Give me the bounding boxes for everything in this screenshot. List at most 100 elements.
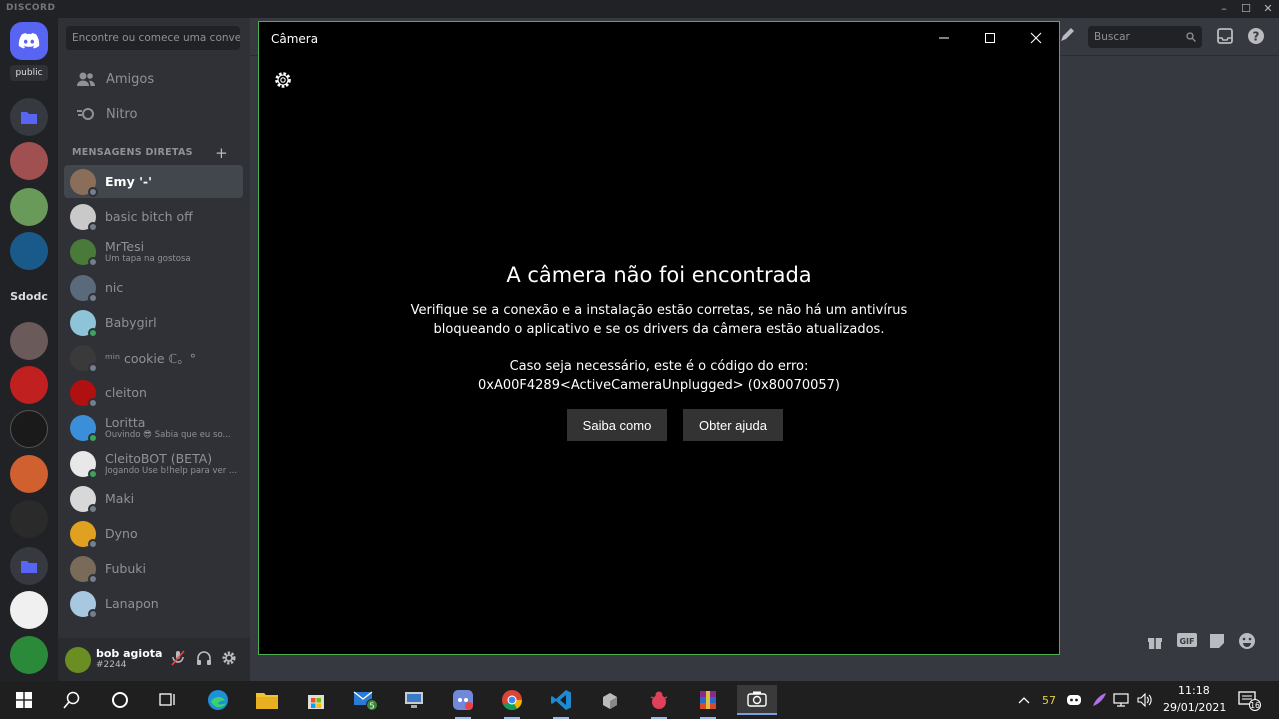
microsoft-store-icon[interactable]	[296, 685, 336, 715]
discord-minimize-button[interactable]: –	[1213, 0, 1235, 18]
chrome-icon[interactable]	[492, 685, 532, 719]
camera-error-code-intro: Caso seja necessário, este é o código do…	[509, 359, 809, 374]
camera-settings-gear-icon[interactable]	[273, 70, 293, 90]
notification-center-icon[interactable]: 16	[1232, 685, 1266, 715]
camera-window: Câmera A câmera não foi encontrada Verif…	[258, 21, 1060, 655]
tray-temperature[interactable]: 57	[1042, 694, 1056, 707]
camera-close-button[interactable]	[1013, 22, 1059, 54]
dm-name: Babygirl	[105, 315, 157, 330]
edge-browser-icon[interactable]	[198, 685, 238, 715]
inbox-icon[interactable]	[1216, 27, 1236, 47]
discord-close-button[interactable]: ✕	[1257, 0, 1279, 18]
nav-friends-label: Amigos	[106, 71, 155, 87]
camera-error-code: Caso seja necessário, este é o código do…	[259, 358, 1059, 395]
volume-icon[interactable]	[1134, 685, 1156, 715]
winrar-icon[interactable]	[688, 685, 728, 719]
server-folder[interactable]	[10, 547, 48, 585]
dm-item[interactable]: Loritta Ouvindo 😎 Sabia que eu so...	[64, 411, 243, 444]
discord-home-button[interactable]	[10, 22, 48, 60]
user-settings-gear-icon[interactable]	[221, 650, 239, 668]
dm-item[interactable]: Fubuki	[64, 552, 243, 585]
cortana-icon[interactable]	[100, 685, 140, 715]
task-view-icon[interactable]	[148, 685, 188, 715]
dm-item[interactable]: cleiton	[64, 376, 243, 409]
dm-item[interactable]: basic bitch off	[64, 200, 243, 233]
headphones-icon[interactable]	[196, 650, 214, 668]
emoji-icon[interactable]	[1238, 632, 1260, 654]
server-icon[interactable]	[10, 591, 48, 629]
dm-item[interactable]: Emy '-'	[64, 165, 243, 198]
server-text-icon[interactable]: Sdodc	[4, 290, 54, 303]
remote-desktop-icon[interactable]	[394, 685, 434, 715]
dm-name: Emy '-'	[105, 174, 152, 189]
user-avatar[interactable]	[65, 647, 91, 673]
header-search-placeholder: Buscar	[1094, 31, 1130, 43]
header-search-input[interactable]: Buscar	[1088, 26, 1202, 48]
status-indicator	[88, 432, 98, 443]
bug-app-icon[interactable]	[639, 685, 679, 719]
3d-builder-icon[interactable]	[590, 685, 630, 715]
server-icon[interactable]	[10, 142, 48, 180]
tray-feather-icon[interactable]	[1088, 685, 1110, 715]
status-indicator	[88, 186, 98, 197]
help-icon[interactable]: ?	[1247, 27, 1267, 47]
taskbar-search-icon[interactable]	[52, 685, 92, 715]
create-dm-plus-icon[interactable]: +	[215, 144, 228, 162]
dm-text: ᵐⁱⁿ cookie ℂ。°	[105, 348, 196, 367]
clock-time[interactable]: 11:18	[1178, 684, 1210, 697]
dm-avatar	[70, 520, 98, 549]
svg-text:GIF: GIF	[1179, 637, 1194, 646]
find-conversation-input[interactable]: Encontre ou comece uma conversa	[66, 26, 240, 50]
dm-text: cleiton	[105, 385, 147, 400]
camera-maximize-button[interactable]	[967, 22, 1013, 54]
camera-error-code-value: 0xA00F4289<ActiveCameraUnplugged> (0x800…	[478, 377, 840, 393]
start-button[interactable]	[4, 685, 44, 715]
dm-item[interactable]: CleitoBOT (BETA) Jogando Use b!help para …	[64, 447, 243, 480]
status-indicator	[88, 327, 98, 338]
dm-item[interactable]: ᵐⁱⁿ cookie ℂ。°	[64, 341, 243, 374]
maximize-icon	[985, 33, 995, 43]
server-icon[interactable]	[10, 410, 48, 448]
sticker-icon[interactable]	[1208, 632, 1230, 654]
server-icon[interactable]	[10, 366, 48, 404]
dm-item[interactable]: nic	[64, 271, 243, 304]
mute-microphone-icon[interactable]	[170, 650, 188, 668]
dm-item[interactable]: Dyno	[64, 517, 243, 550]
server-icon[interactable]	[10, 455, 48, 493]
server-icon[interactable]	[10, 322, 48, 360]
vscode-icon[interactable]	[541, 685, 581, 719]
dm-item[interactable]: Maki	[64, 482, 243, 515]
camera-taskbar-icon[interactable]	[737, 685, 777, 715]
gift-icon[interactable]	[1146, 632, 1168, 654]
get-help-button[interactable]: Obter ajuda	[683, 409, 783, 441]
discord-taskbar-icon[interactable]	[443, 685, 483, 719]
mail-icon[interactable]: 5	[345, 685, 385, 715]
dm-name: Loritta	[105, 415, 146, 430]
dm-item[interactable]: Babygirl	[64, 306, 243, 339]
new-group-dm-icon[interactable]	[1058, 27, 1078, 47]
server-icon[interactable]	[10, 188, 48, 226]
status-indicator	[88, 573, 98, 584]
user-name: bob agiota	[96, 647, 163, 660]
clock-date[interactable]: 29/01/2021	[1163, 701, 1226, 714]
tray-expand-chevron-icon[interactable]	[1012, 685, 1036, 715]
dm-avatar	[70, 274, 98, 303]
nav-friends[interactable]: Amigos	[66, 63, 242, 95]
dm-item[interactable]: MrTesi Um tapa na gostosa	[64, 235, 243, 268]
camera-minimize-button[interactable]	[921, 22, 967, 54]
server-icon[interactable]	[10, 500, 48, 538]
gif-icon[interactable]: GIF	[1177, 632, 1199, 654]
discord-maximize-button[interactable]: ☐	[1235, 0, 1257, 18]
server-rail: public Sdodc	[0, 18, 58, 681]
dm-item[interactable]: Lanapon	[64, 587, 243, 620]
file-explorer-icon[interactable]	[247, 685, 287, 715]
network-icon[interactable]	[1110, 685, 1132, 715]
learn-how-button[interactable]: Saiba como	[567, 409, 667, 441]
server-icon[interactable]	[10, 636, 48, 674]
server-folder[interactable]	[10, 98, 48, 136]
nav-nitro[interactable]: Nitro	[66, 98, 242, 130]
server-icon[interactable]	[10, 232, 48, 270]
dm-name: Lanapon	[105, 596, 159, 611]
tray-discord-icon[interactable]	[1062, 685, 1086, 715]
dm-avatar	[70, 168, 98, 197]
